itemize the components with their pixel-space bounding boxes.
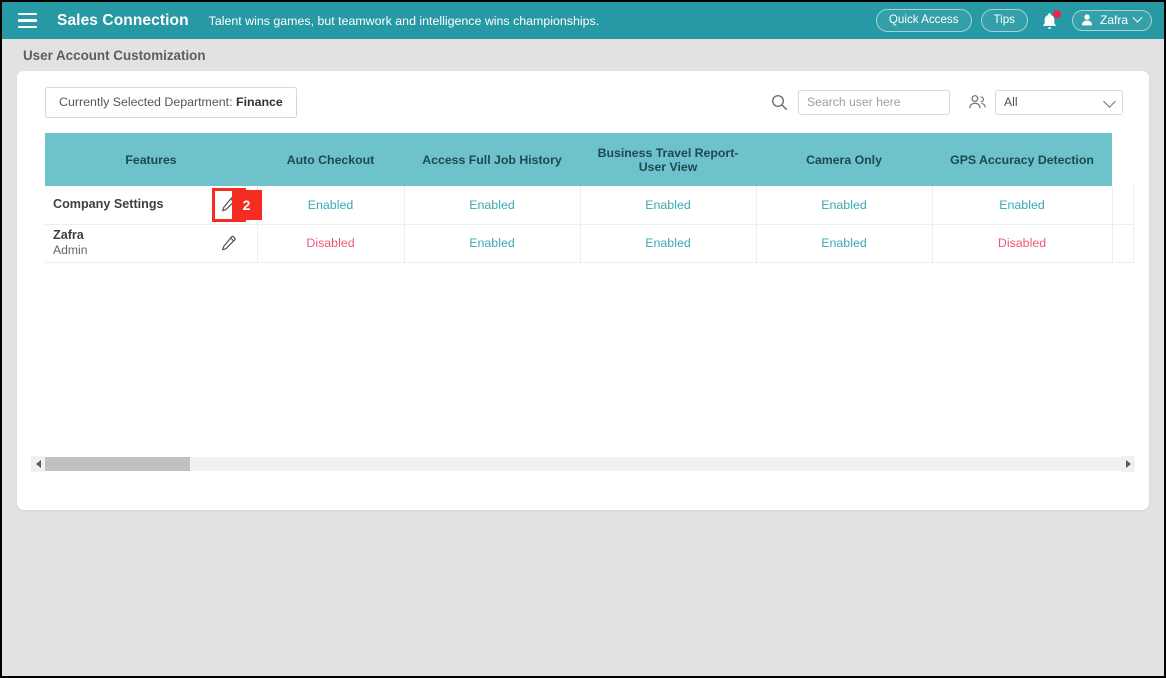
hamburger-menu-icon[interactable] xyxy=(18,13,37,28)
cell-overflow xyxy=(1112,186,1134,225)
user-filter-select[interactable]: All xyxy=(995,89,1123,115)
toolbar-right-group: All xyxy=(768,89,1123,115)
cell-auto-checkout: Disabled xyxy=(257,224,405,263)
horizontal-scrollbar[interactable] xyxy=(31,456,1135,472)
edit-action-cell xyxy=(201,229,257,257)
status-value: Enabled xyxy=(469,236,515,250)
table-header-features: Features xyxy=(45,133,257,186)
quick-access-button[interactable]: Quick Access xyxy=(875,9,972,32)
status-value: Enabled xyxy=(307,197,354,212)
row-secondary-label: Admin xyxy=(53,243,88,257)
user-menu-label: Zafra xyxy=(1099,13,1128,27)
people-icon[interactable] xyxy=(964,91,990,113)
table-row: Company Settings 2 Enabled Enabled Enabl… xyxy=(45,186,1134,225)
scroll-left-button[interactable] xyxy=(31,456,45,472)
table-header-row: Features Auto Checkout Access Full Job H… xyxy=(45,133,1133,186)
row-name-cell-company-settings: Company Settings 2 xyxy=(45,186,262,225)
table-row: Zafra Admin Disabled Enabled Enabled Ena… xyxy=(45,224,1134,263)
brand-tagline: Talent wins games, but teamwork and inte… xyxy=(208,13,600,28)
pencil-icon xyxy=(222,235,236,250)
status-value: Enabled xyxy=(821,236,867,250)
table-header-business-travel-report-user-view: Business Travel Report-User View xyxy=(580,133,756,186)
selected-department-value: Finance xyxy=(236,94,283,109)
user-menu-button[interactable]: Zafra xyxy=(1071,10,1152,31)
user-filter-value[interactable]: All xyxy=(995,89,1123,115)
status-value: Disabled xyxy=(997,236,1047,250)
scroll-right-button[interactable] xyxy=(1121,456,1135,472)
scrollbar-thumb[interactable] xyxy=(45,457,191,471)
cell-camera-only: Enabled xyxy=(756,224,933,263)
cell-access-full-job-history: Enabled xyxy=(404,186,581,225)
cell-overflow xyxy=(1112,224,1134,263)
content-card: Currently Selected Department: Finance S… xyxy=(17,71,1149,510)
edit-action-cell: 2 xyxy=(201,187,262,222)
table-header-auto-checkout: Auto Checkout xyxy=(257,133,404,186)
row-primary-label: Company Settings xyxy=(53,197,164,212)
selected-department-label: Currently Selected Department: xyxy=(59,94,236,109)
row-primary-label: Zafra xyxy=(53,228,84,242)
notification-badge-dot xyxy=(1052,9,1061,18)
scrollbar-track[interactable] xyxy=(45,457,1121,471)
page-background-filler xyxy=(2,510,1164,670)
cell-camera-only: Enabled xyxy=(756,186,933,225)
status-value: Enabled xyxy=(469,197,515,212)
table-toolbar: Currently Selected Department: Finance S… xyxy=(17,71,1149,133)
annotation-step-badge: 2 xyxy=(231,189,262,220)
table-header-access-full-job-history: Access Full Job History xyxy=(404,133,580,186)
cell-access-full-job-history: Enabled xyxy=(404,224,581,263)
search-input[interactable] xyxy=(798,89,950,115)
brand-title: Sales Connection xyxy=(57,11,189,29)
cell-business-travel-report: Enabled xyxy=(580,224,757,263)
cell-gps-accuracy-detection: Disabled xyxy=(932,224,1113,263)
status-value: Enabled xyxy=(821,197,867,212)
application-window: Sales Connection Talent wins games, but … xyxy=(0,0,1166,678)
chevron-down-icon xyxy=(1132,12,1143,23)
table-header-gps-accuracy-detection: GPS Accuracy Detection xyxy=(932,133,1112,186)
selected-department-display: Currently Selected Department: Finance xyxy=(45,86,297,118)
search-icon[interactable] xyxy=(768,91,790,113)
notifications-button[interactable] xyxy=(1039,9,1061,33)
status-value: Enabled xyxy=(645,197,691,212)
status-value: Disabled xyxy=(306,236,355,250)
arrow-right-icon xyxy=(1125,460,1131,468)
table-header-overflow xyxy=(1112,133,1133,186)
edit-zafra-button[interactable] xyxy=(215,229,243,257)
top-navigation-actions: Quick Access Tips Zafra xyxy=(875,9,1152,33)
arrow-left-icon xyxy=(35,460,41,468)
page-header: User Account Customization xyxy=(2,39,1164,71)
status-value: Enabled xyxy=(645,236,691,250)
status-value: Enabled xyxy=(999,197,1045,212)
cell-auto-checkout: Enabled xyxy=(257,186,405,225)
top-navigation-bar: Sales Connection Talent wins games, but … xyxy=(2,2,1164,39)
table-header-camera-only: Camera Only xyxy=(756,133,932,186)
page-title: User Account Customization xyxy=(23,47,206,63)
tips-button[interactable]: Tips xyxy=(980,9,1028,32)
table-scroll-container: Features Auto Checkout Access Full Job H… xyxy=(45,133,1134,263)
content-region: Currently Selected Department: Finance S… xyxy=(2,71,1164,510)
person-icon xyxy=(1082,14,1092,26)
row-name-cell-zafra: Zafra Admin xyxy=(45,224,258,263)
cell-business-travel-report: Enabled xyxy=(580,186,757,225)
cell-gps-accuracy-detection: Enabled xyxy=(932,186,1113,225)
features-table: Features Auto Checkout Access Full Job H… xyxy=(45,133,1134,263)
